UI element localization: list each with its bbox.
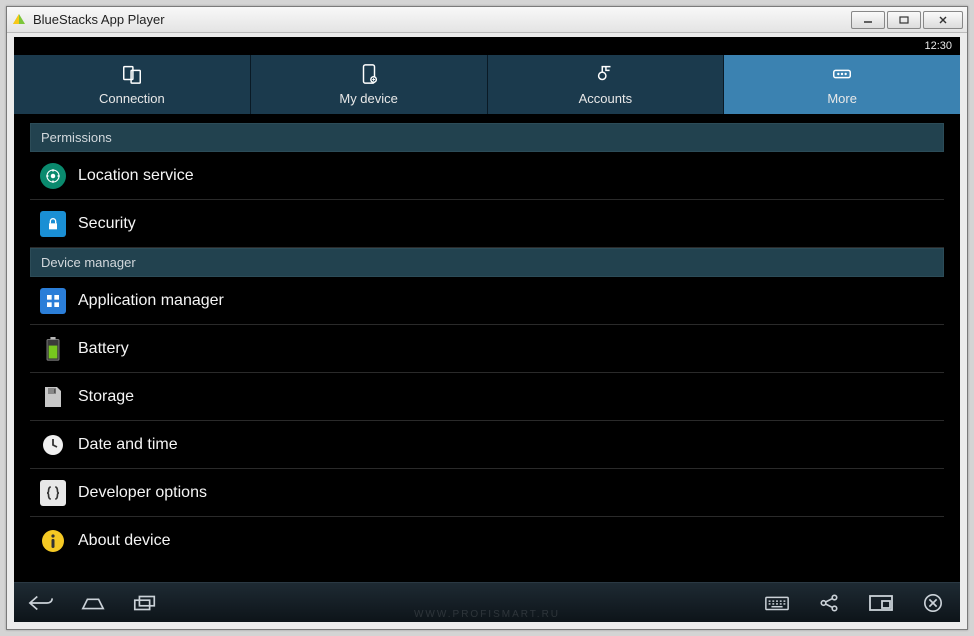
row-label: Battery [78,340,129,358]
tab-label: Accounts [579,91,632,106]
section-header-permissions: Permissions [30,123,944,152]
row-label: Security [78,215,136,233]
tab-label: Connection [99,91,165,106]
row-location-service[interactable]: Location service [30,152,944,200]
row-label: Application manager [78,292,224,310]
more-icon [831,63,853,88]
tab-connection[interactable]: Connection [14,55,251,114]
nav-bar [14,582,960,622]
window-title: BlueStacks App Player [33,12,851,27]
braces-icon [40,480,66,506]
tab-label: My device [339,91,398,106]
device-icon [358,63,380,88]
row-battery[interactable]: Battery [30,325,944,373]
close-button[interactable] [923,11,963,29]
fullscreen-button[interactable] [868,593,894,613]
row-about-device[interactable]: About device [30,517,944,565]
lock-icon [40,211,66,237]
location-icon [40,163,66,189]
maximize-button[interactable] [887,11,921,29]
home-button[interactable] [80,593,106,613]
tab-label: More [827,91,857,106]
share-button[interactable] [816,593,842,613]
row-security[interactable]: Security [30,200,944,248]
connection-icon [121,63,143,88]
row-label: Developer options [78,484,207,502]
row-storage[interactable]: Storage [30,373,944,421]
keyboard-button[interactable] [764,593,790,613]
app-body: 12:30 Connection My device Accounts [14,37,960,622]
row-date-and-time[interactable]: Date and time [30,421,944,469]
recent-button[interactable] [132,593,158,613]
row-label: Location service [78,167,194,185]
status-time: 12:30 [924,40,952,52]
row-label: Date and time [78,436,178,454]
exit-button[interactable] [920,593,946,613]
settings-list: Permissions Location service Security De… [30,123,944,565]
app-icon [11,12,27,28]
battery-icon [40,336,66,362]
tab-my-device[interactable]: My device [251,55,488,114]
status-bar: 12:30 [14,37,960,55]
info-icon [40,528,66,554]
app-window: BlueStacks App Player 12:30 Connection M… [6,6,968,630]
row-label: About device [78,532,171,550]
window-buttons [851,11,963,29]
title-bar: BlueStacks App Player [7,7,967,33]
accounts-icon [594,63,616,88]
section-header-device-manager: Device manager [30,248,944,277]
tab-more[interactable]: More [724,55,960,114]
tab-accounts[interactable]: Accounts [488,55,725,114]
apps-icon [40,288,66,314]
row-application-manager[interactable]: Application manager [30,277,944,325]
row-label: Storage [78,388,134,406]
minimize-button[interactable] [851,11,885,29]
tab-bar: Connection My device Accounts More [14,55,960,115]
storage-icon [40,384,66,410]
back-button[interactable] [28,593,54,613]
row-developer-options[interactable]: Developer options [30,469,944,517]
content-area: Permissions Location service Security De… [14,115,960,582]
clock-icon [40,432,66,458]
